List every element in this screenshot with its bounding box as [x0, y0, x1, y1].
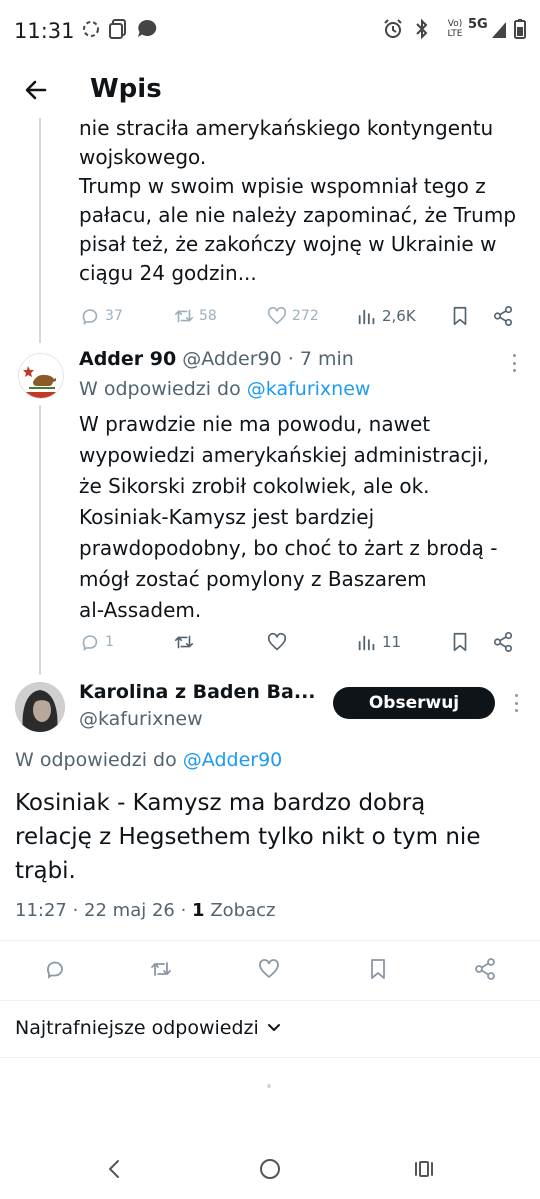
- heart-icon: [267, 632, 287, 651]
- follow-button[interactable]: Obserwuj: [333, 687, 495, 719]
- repost-icon: [174, 309, 194, 323]
- home-circle-icon: [260, 1159, 280, 1179]
- top-bar: Wpis: [0, 64, 540, 118]
- reply-icon: [82, 635, 98, 651]
- tweet-time: · 7 min: [287, 348, 354, 370]
- arrow-left-icon: [25, 80, 47, 100]
- views-label: Zobacz: [210, 900, 276, 921]
- page-title: Wpis: [90, 74, 162, 104]
- share-icon: [493, 306, 513, 326]
- avatar[interactable]: [18, 353, 64, 399]
- views-button[interactable]: 11: [356, 631, 401, 653]
- author-handle[interactable]: @Adder90: [182, 348, 281, 370]
- chevron-left-icon: [109, 1160, 119, 1178]
- profile-photo-icon: [15, 682, 65, 732]
- like-count: 272: [292, 308, 319, 324]
- reply-to-link[interactable]: @kafurixnew: [247, 378, 371, 400]
- tweet-author-line: Adder 90 @Adder90 · 7 min: [79, 348, 354, 370]
- sort-replies-dropdown[interactable]: Najtrafniejsze odpowiedzi: [15, 1017, 281, 1039]
- avatar[interactable]: [15, 682, 65, 732]
- network-type-label: 5G: [468, 17, 488, 32]
- bookmark-button[interactable]: [449, 305, 471, 327]
- reply-context: W odpowiedzi do @Adder90: [15, 749, 282, 771]
- reply-icon: [82, 309, 98, 325]
- bluetooth-icon: [416, 18, 428, 40]
- author-name[interactable]: Adder 90: [79, 348, 176, 370]
- more-options-button[interactable]: [504, 351, 524, 375]
- status-time: 11:31: [14, 19, 75, 43]
- divider: [0, 1057, 540, 1058]
- bookmark-icon: [371, 959, 385, 979]
- bookmark-icon: [453, 632, 467, 652]
- nav-recents-button[interactable]: [404, 1149, 444, 1189]
- chat-bubble-icon: [138, 19, 157, 37]
- reply-button[interactable]: 1: [79, 631, 114, 653]
- views-count: 11: [382, 633, 402, 651]
- like-button[interactable]: 272: [266, 305, 319, 327]
- repost-button[interactable]: 58: [173, 305, 217, 327]
- divider: [0, 940, 540, 941]
- reply-icon: [47, 961, 63, 979]
- volte-icon: Vo) LTE: [447, 19, 463, 39]
- california-flag-avatar-icon: [19, 354, 63, 398]
- signal-icon: [492, 22, 506, 38]
- back-button[interactable]: [18, 72, 54, 108]
- data-saver-icon: [83, 21, 99, 37]
- share-icon: [493, 632, 513, 652]
- author-handle[interactable]: @kafurixnew: [79, 708, 203, 730]
- views-count: 1: [192, 900, 205, 921]
- reply-prefix: W odpowiedzi do: [15, 749, 177, 771]
- divider: [0, 1000, 540, 1001]
- chevron-down-icon: [267, 1024, 280, 1031]
- bookmark-button[interactable]: [449, 631, 471, 653]
- system-nav-bar: [0, 1139, 540, 1199]
- sort-label: Najtrafniejsze odpowiedzi: [15, 1017, 259, 1039]
- reply-button[interactable]: [43, 957, 67, 981]
- main-tweet-text: Kosiniak - Kamysz ma bardzo dobrą relacj…: [15, 790, 481, 884]
- reply-context: W odpowiedzi do @kafurixnew: [79, 378, 370, 400]
- nav-back-button[interactable]: [95, 1149, 135, 1189]
- heart-icon: [267, 306, 287, 325]
- tweet-text: nie straciła amerykańskiego kontyngentu …: [79, 116, 517, 285]
- bookmark-icon: [453, 306, 467, 326]
- views-button[interactable]: 2,6K: [356, 305, 416, 327]
- repost-count: 58: [199, 308, 217, 324]
- more-options-button[interactable]: [506, 691, 526, 715]
- share-button[interactable]: [492, 305, 514, 327]
- like-button[interactable]: [257, 957, 281, 981]
- tweet-timestamp: 11:27 · 22 maj 26 ·: [15, 900, 187, 921]
- reply-count: 37: [105, 308, 123, 324]
- reply-to-link[interactable]: @Adder90: [183, 749, 282, 771]
- repost-icon: [151, 962, 171, 976]
- loading-indicator: [267, 1084, 271, 1088]
- reply-prefix: W odpowiedzi do: [79, 378, 241, 400]
- repost-button[interactable]: [173, 631, 195, 653]
- repost-icon: [174, 635, 194, 649]
- app-root: 11:31 Vo) LTE 5G Wpis nie straciła amery…: [0, 0, 540, 1199]
- views-count: 2,6K: [382, 307, 416, 325]
- heart-icon: [259, 959, 279, 979]
- tweet-meta: 11:27 · 22 maj 26 · 1 Zobacz: [15, 900, 275, 921]
- screen-record-icon: [109, 19, 126, 39]
- thread-line: [39, 405, 41, 675]
- analytics-icon: [358, 309, 375, 325]
- author-name[interactable]: Karolina z Baden Ba...: [79, 681, 316, 703]
- recents-icon: [415, 1161, 433, 1177]
- repost-button[interactable]: [149, 957, 173, 981]
- reply-count: 1: [105, 634, 114, 650]
- alarm-icon: [384, 19, 402, 38]
- share-button[interactable]: [492, 631, 514, 653]
- analytics-icon: [358, 635, 375, 651]
- status-bar: 11:31 Vo) LTE 5G: [0, 0, 540, 64]
- nav-home-button[interactable]: [250, 1149, 290, 1189]
- thread-line: [39, 118, 41, 343]
- bookmark-button[interactable]: [366, 957, 390, 981]
- reply-button[interactable]: 37: [79, 305, 123, 327]
- battery-icon: [514, 19, 526, 39]
- like-button[interactable]: [266, 631, 288, 653]
- tweet-text: W prawdzie nie ma powodu, nawet wypowied…: [79, 412, 498, 622]
- share-icon: [475, 958, 495, 980]
- share-button[interactable]: [473, 957, 497, 981]
